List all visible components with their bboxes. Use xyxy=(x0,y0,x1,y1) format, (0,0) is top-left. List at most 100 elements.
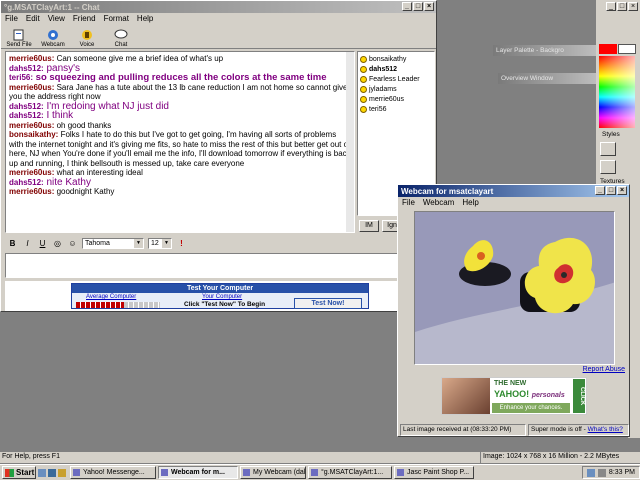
underline-button[interactable]: U xyxy=(37,239,48,248)
size-select[interactable]: 12 ▼ xyxy=(148,237,172,249)
user-list-item[interactable]: Fearless Leader xyxy=(360,74,432,84)
ie-icon[interactable] xyxy=(38,468,46,477)
app-icon xyxy=(161,469,168,476)
report-abuse-link[interactable]: Report Abuse xyxy=(583,366,625,373)
layer-palette-bar[interactable]: Layer Palette - Backgro xyxy=(493,45,596,56)
chat-message: dahs512: I think xyxy=(9,111,351,121)
close-button[interactable]: × xyxy=(424,2,434,11)
test-computer-ad[interactable]: Test Your Computer Average Computer Your… xyxy=(71,283,369,309)
desktop-icon[interactable] xyxy=(48,468,56,477)
close-button[interactable]: × xyxy=(617,186,627,195)
message-list: merrie60us: Can someone give me a brief … xyxy=(9,54,351,197)
alert-icon[interactable]: ! xyxy=(176,239,187,248)
webcam-titlebar[interactable]: Webcam for msatclayart _ □ × xyxy=(398,185,629,197)
webcam-menubar: File Webcam Help xyxy=(398,197,629,208)
help-status: For Help, press F1 xyxy=(2,453,60,460)
chat-label: Chat xyxy=(114,42,128,48)
menu-help[interactable]: Help xyxy=(462,198,478,207)
chevron-down-icon: ▼ xyxy=(134,238,143,248)
taskbar-button[interactable]: Webcam for m... xyxy=(158,466,238,479)
volume-icon[interactable] xyxy=(597,468,606,477)
foreground-color-swatch[interactable] xyxy=(599,44,617,54)
banner-ad[interactable]: Test Your Computer Average Computer Your… xyxy=(5,281,437,311)
chat-message: merrie60us: goodnight Kathy xyxy=(9,187,351,197)
smiley-icon xyxy=(360,105,367,113)
ad-click[interactable]: CLICK xyxy=(573,379,585,413)
maximize-button[interactable]: □ xyxy=(617,2,627,11)
ad-yours-label: Your Computer xyxy=(202,294,243,300)
minimize-button[interactable]: _ xyxy=(606,2,616,11)
app-icon xyxy=(311,469,318,476)
test-now-button[interactable]: Test Now! xyxy=(294,298,362,309)
background-color-swatch[interactable] xyxy=(618,44,636,54)
im-button[interactable]: IM xyxy=(359,220,379,232)
taskbar: Start Yahoo! Messenge... Webcam for m... M… xyxy=(0,464,640,480)
menu-edit[interactable]: Edit xyxy=(26,14,40,23)
bold-button[interactable]: B xyxy=(7,239,18,248)
taskbar-button[interactable]: Yahoo! Messenge... xyxy=(70,466,156,479)
close-button[interactable]: × xyxy=(628,2,638,11)
taskbar-button[interactable]: °g.MSATClayArt:1... xyxy=(308,466,392,479)
ad-yahoo-logo: YAHOO! xyxy=(494,389,530,399)
tray-icon[interactable] xyxy=(586,468,595,477)
user-list-item[interactable]: jyladams xyxy=(360,84,432,94)
ad-average-bar-empty xyxy=(124,302,160,308)
webcam-statusbar: Last image received at (08:33:20 PM) Sup… xyxy=(400,424,629,436)
app-icon xyxy=(397,469,404,476)
font-value: Tahoma xyxy=(85,239,110,247)
super-mode-status: Super mode is off - What's this? xyxy=(528,424,629,436)
message-author: merrie60us: xyxy=(9,120,55,130)
outlook-icon[interactable] xyxy=(58,468,66,477)
smiley-icon[interactable]: ☺ xyxy=(67,239,78,248)
taskbar-button-label: Jasc Paint Shop P... xyxy=(407,469,470,476)
start-button[interactable]: Start xyxy=(2,466,36,479)
start-label: Start xyxy=(16,468,35,477)
minimize-button[interactable]: _ xyxy=(595,186,605,195)
whats-this-link[interactable]: What's this? xyxy=(588,426,623,433)
color-palette[interactable] xyxy=(599,56,635,128)
menu-format[interactable]: Format xyxy=(104,14,129,23)
send-file-button[interactable]: Send File xyxy=(5,29,33,48)
chat-message: teri56: so squeezing and pulling reduces… xyxy=(9,73,351,83)
maximize-button[interactable]: □ xyxy=(413,2,423,11)
ad-line3: Enhance your chances. xyxy=(492,403,570,413)
menu-file[interactable]: File xyxy=(5,14,18,23)
user-list-item[interactable]: bonsaikathy xyxy=(360,54,432,64)
font-select[interactable]: Tahoma ▼ xyxy=(82,237,144,249)
styles-label: Styles xyxy=(602,131,620,138)
user-list-item[interactable]: teri56 xyxy=(360,104,432,114)
style-icon[interactable] xyxy=(600,142,616,156)
color-icon[interactable]: ◎ xyxy=(52,239,63,248)
message-text: goodnight Kathy xyxy=(54,187,115,196)
ad-personals: personals xyxy=(531,392,565,399)
webcam-scene xyxy=(415,212,614,364)
minimize-button[interactable]: _ xyxy=(402,2,412,11)
task-buttons: Yahoo! Messenge... Webcam for m... My Webc… xyxy=(70,466,474,479)
maximize-button[interactable]: □ xyxy=(606,186,616,195)
message-scrollbar[interactable] xyxy=(346,52,354,232)
texture-icon[interactable] xyxy=(600,160,616,174)
taskbar-button[interactable]: My Webcam (dah... xyxy=(240,466,306,479)
ad-click-text: Click "Test Now" To Begin xyxy=(184,301,266,308)
user-list-item[interactable]: dahs512 xyxy=(360,64,432,74)
yahoo-personals-ad[interactable]: THE NEW YAHOO! personals Enhance your ch… xyxy=(441,377,587,415)
menu-file[interactable]: File xyxy=(402,198,415,207)
menu-webcam[interactable]: Webcam xyxy=(423,198,454,207)
menu-view[interactable]: View xyxy=(48,14,65,23)
message-text: I think xyxy=(43,110,74,121)
italic-button[interactable]: I xyxy=(22,239,33,248)
menu-friend[interactable]: Friend xyxy=(73,14,96,23)
chat-titlebar[interactable]: °g.MSATClayArt:1 -- Chat _ □ × xyxy=(1,1,436,13)
overview-window-bar[interactable]: Overview Window xyxy=(498,73,596,84)
voice-button[interactable]: Voice xyxy=(73,29,101,48)
webcam-button[interactable]: Webcam xyxy=(39,29,67,48)
taskbar-button-label: Yahoo! Messenge... xyxy=(83,469,145,476)
menu-help[interactable]: Help xyxy=(137,14,153,23)
send-file-icon xyxy=(13,29,24,41)
message-input[interactable] xyxy=(5,253,437,278)
user-list-item[interactable]: merrie60us xyxy=(360,94,432,104)
smiley-icon xyxy=(360,75,367,83)
chat-button[interactable]: Chat xyxy=(107,29,135,48)
taskbar-button[interactable]: Jasc Paint Shop P... xyxy=(394,466,474,479)
chat-window: °g.MSATClayArt:1 -- Chat _ □ × File Edit… xyxy=(0,0,437,312)
